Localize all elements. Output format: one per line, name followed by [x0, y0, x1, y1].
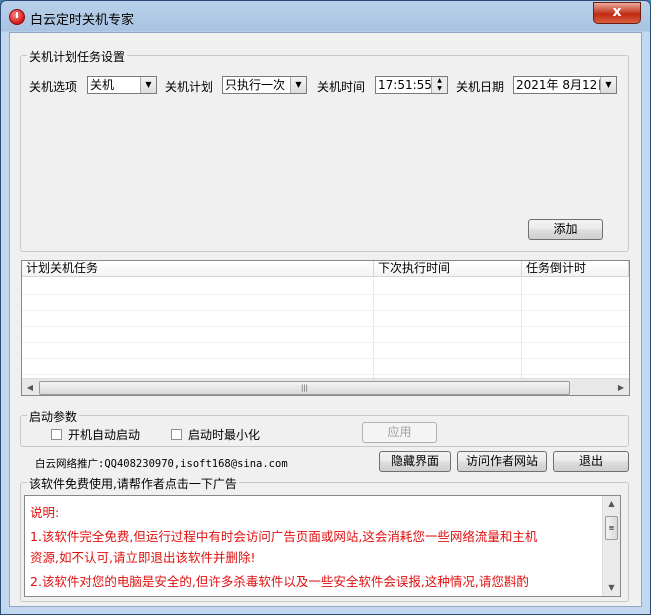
scroll-up-icon[interactable]: ▲ [603, 496, 620, 512]
autostart-label[interactable]: 开机自动启动 [68, 426, 140, 443]
column-header-countdown[interactable]: 任务倒计时 [522, 261, 629, 277]
ad-legend: 该软件免费使用,请帮作者点击一下广告 [27, 475, 239, 492]
chevron-down-icon[interactable]: ▼ [290, 77, 306, 93]
apply-button[interactable]: 应用 [362, 422, 437, 443]
startup-legend: 启动参数 [27, 408, 80, 425]
shutdown-option-select[interactable]: 关机 ▼ [87, 76, 157, 94]
date-picker[interactable]: 2021年 8月12日 ▼ [513, 76, 617, 94]
scroll-right-icon[interactable]: ▶ [613, 379, 629, 395]
column-header-next-time[interactable]: 下次执行时间 [374, 261, 522, 277]
visit-website-button[interactable]: 访问作者网站 [457, 451, 547, 472]
minimize-label[interactable]: 启动时最小化 [188, 426, 260, 443]
chevron-down-icon[interactable]: ▼ [140, 77, 156, 93]
time-input[interactable]: 17:51:55 ▲ ▼ [375, 76, 448, 94]
hide-window-button[interactable]: 隐藏界面 [379, 451, 451, 472]
option-label: 关机选项 [29, 80, 78, 94]
ad-line: 2.该软件对您的电脑是安全的,但许多杀毒软件以及一些安全软件会误报,这种情况,请… [30, 574, 529, 589]
column-header-task[interactable]: 计划关机任务 [22, 261, 374, 277]
row-divider [22, 358, 629, 359]
minimize-checkbox[interactable] [171, 429, 182, 440]
column-divider [373, 278, 374, 378]
scroll-left-icon[interactable]: ◀ [22, 379, 38, 395]
plan-select[interactable]: 只执行一次 ▼ [222, 76, 307, 94]
title-bar[interactable]: 白云定时关机专家 x [1, 1, 650, 32]
window-title: 白云定时关机专家 [30, 13, 135, 28]
ad-line: 1.该软件完全免费,但运行过程中有时会访问广告页面或网站,这会消耗您一些网络流量… [30, 529, 538, 544]
row-divider [22, 310, 629, 311]
close-button[interactable]: x [593, 2, 641, 24]
column-divider [521, 278, 522, 378]
shutdown-option-value: 关机 [90, 78, 115, 92]
row-divider [22, 294, 629, 295]
date-value: 2021年 8月12日 [516, 78, 610, 92]
scroll-thumb[interactable]: ||| [39, 381, 570, 395]
ad-line: 资源,如不认可,请立即退出该软件并删除! [30, 550, 256, 565]
time-label: 关机时间 [317, 80, 366, 94]
vertical-scrollbar[interactable]: ▲ ≡ ▼ [602, 496, 620, 596]
row-divider [22, 374, 629, 375]
scroll-thumb[interactable]: ≡ [605, 516, 618, 540]
task-list[interactable]: 计划关机任务 下次执行时间 任务倒计时 ◀ ||| ▶ [21, 260, 630, 396]
add-button[interactable]: 添加 [528, 219, 603, 240]
plan-value: 只执行一次 [225, 78, 286, 92]
row-divider [22, 326, 629, 327]
date-label: 关机日期 [456, 80, 505, 94]
plan-settings-legend: 关机计划任务设置 [27, 48, 128, 65]
time-spinner[interactable]: ▲ ▼ [431, 77, 447, 93]
row-divider [22, 342, 629, 343]
exit-button[interactable]: 退出 [553, 451, 629, 472]
spin-up-icon[interactable]: ▲ [432, 77, 447, 85]
scroll-down-icon[interactable]: ▼ [603, 580, 620, 596]
ad-line: 说明: [30, 505, 60, 520]
power-icon [9, 9, 25, 25]
chevron-down-icon[interactable]: ▼ [600, 77, 616, 93]
main-window: 白云定时关机专家 x 关机计划任务设置 关机选项 关机 ▼ 关机计划 只执行一次… [0, 0, 651, 615]
ad-textbox[interactable]: 说明: 1.该软件完全免费,但运行过程中有时会访问广告页面或网站,这会消耗您一些… [24, 495, 621, 597]
spin-down-icon[interactable]: ▼ [432, 85, 447, 93]
promo-text: 白云网络推广:QQ408230970,isoft168@sina.com [35, 458, 288, 470]
client-area: 关机计划任务设置 关机选项 关机 ▼ 关机计划 只执行一次 ▼ 关机时间 17:… [9, 32, 642, 607]
plan-label: 关机计划 [165, 80, 214, 94]
horizontal-scrollbar[interactable]: ◀ ||| ▶ [22, 378, 629, 395]
time-value: 17:51:55 [378, 78, 432, 92]
autostart-checkbox[interactable] [51, 429, 62, 440]
